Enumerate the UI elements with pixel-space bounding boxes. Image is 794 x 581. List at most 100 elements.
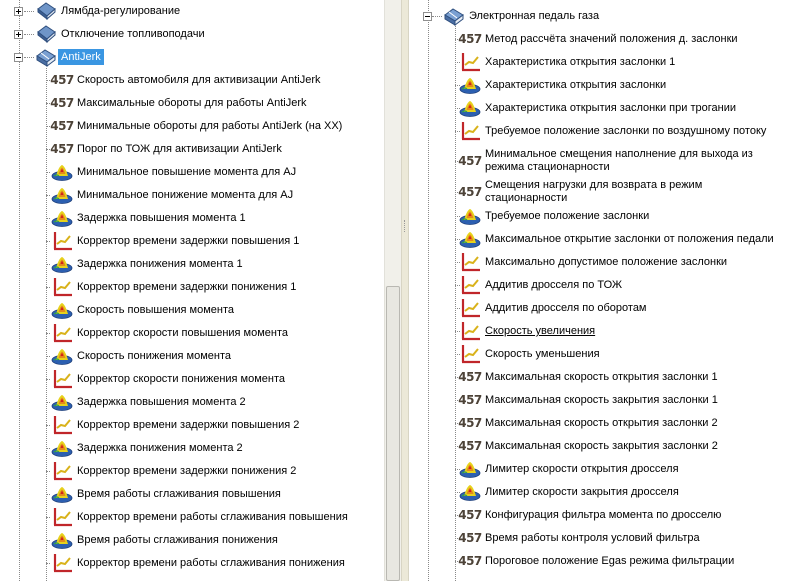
tree-item-label: AntiJerk: [58, 49, 104, 65]
scrollbar-thumb[interactable]: [386, 286, 400, 581]
3d-map-icon: [50, 392, 74, 412]
tree-item-left-19[interactable]: Время работы сглаживания повышения: [50, 484, 284, 504]
curve-chart-icon: [458, 344, 482, 364]
tree-item-left-13[interactable]: Скорость понижения момента: [50, 346, 234, 366]
tree-item-right-13[interactable]: Скорость увеличения: [458, 321, 598, 341]
tree-item-left-12[interactable]: Корректор скорости повышения момента: [50, 323, 291, 343]
tree-item-label-line2: стационарности: [485, 192, 568, 204]
tree-item-right-19[interactable]: Лимитер скорости открытия дросселя: [458, 459, 682, 479]
tree-item-right-21[interactable]: 457 Конфигурация фильтра момента по дросс…: [458, 505, 724, 525]
tree-item-label: Порог по ТОЖ для активизации AntiJerk: [77, 143, 282, 155]
tree-item-label-wrap: Минимальное смещения наполнение для выхо…: [482, 148, 756, 174]
book-open-icon: [442, 6, 466, 26]
tree-item-right-8[interactable]: Требуемое положение заслонки: [458, 206, 652, 226]
tree-item-right-7[interactable]: 457 Смещения нагрузки для возврата в режи…: [458, 176, 705, 208]
tree-item-right-11[interactable]: Аддитив дросселя по ТОЖ: [458, 275, 625, 295]
constant-457-icon: 457: [458, 528, 482, 548]
icon-457-text: 457: [458, 531, 482, 545]
tree-item-label: Скорость уменьшения: [485, 348, 600, 360]
tree-item-right-3[interactable]: Характеристика открытия заслонки: [458, 75, 669, 95]
tree-item-label: Скорость увеличения: [485, 325, 596, 337]
tree-item-label: Корректор времени задержки повышения 2: [77, 419, 300, 431]
expand-node-icon[interactable]: [14, 30, 23, 39]
left-vertical-scrollbar[interactable]: [384, 0, 401, 581]
tree-item-label: Задержка повышения момента 2: [77, 396, 246, 408]
tree-item-label: Пороговое положение Egas режима фильтрац…: [485, 555, 735, 567]
curve-chart-icon: [458, 52, 482, 72]
tree-item-right-14[interactable]: Скорость уменьшения: [458, 344, 603, 364]
tree-item-right-group[interactable]: Электронная педаль газа: [442, 6, 602, 26]
curve-chart-icon: [50, 415, 74, 435]
tree-item-right-10[interactable]: Максимально допустимое положение заслонк…: [458, 252, 730, 272]
tree-item-left-3[interactable]: 457 Минимальные обороты для работы AntiJe…: [50, 116, 345, 136]
tree-item-left-5[interactable]: Минимальное повышение момента для AJ: [50, 162, 299, 182]
tree-item-left-11[interactable]: Скорость повышения момента: [50, 300, 237, 320]
tree-item-left-16[interactable]: Корректор времени задержки повышения 2: [50, 415, 302, 435]
right-tree-pane[interactable]: Электронная педаль газа 457 Метод рассчёта…: [410, 0, 794, 581]
tree-item-label-line2: режима стационарности: [485, 161, 610, 173]
tree-item-label: Отключение топливоподачи: [61, 28, 205, 40]
tree-item-group-2[interactable]: Отключение топливоподачи: [34, 24, 208, 44]
tree-item-right-18[interactable]: 457 Максимальная скорость закрытия заслон…: [458, 436, 721, 456]
tree-item-label: Характеристика открытия заслонки при тро…: [485, 102, 736, 114]
tree-item-right-15[interactable]: 457 Максимальная скорость открытия заслон…: [458, 367, 721, 387]
constant-457-icon: 457: [50, 116, 74, 136]
pane-splitter[interactable]: [401, 0, 409, 581]
icon-457-text: 457: [458, 393, 482, 407]
curve-chart-icon: [50, 461, 74, 481]
tree-item-left-8[interactable]: Корректор времени задержки повышения 1: [50, 231, 302, 251]
tree-item-right-22[interactable]: 457 Время работы контроля условий фильтра: [458, 528, 703, 548]
tree-item-label: Скорость повышения момента: [77, 304, 235, 316]
collapse-node-icon[interactable]: [423, 12, 432, 21]
tree-item-right-2[interactable]: Характеристика открытия заслонки 1: [458, 52, 678, 72]
icon-457-text: 457: [458, 185, 482, 199]
tree-item-right-20[interactable]: Лимитер скорости закрытия дросселя: [458, 482, 682, 502]
constant-457-icon: 457: [50, 70, 74, 90]
icon-457-text: 457: [50, 119, 74, 133]
tree-item-left-21[interactable]: Время работы сглаживания понижения: [50, 530, 281, 550]
collapse-node-icon[interactable]: [14, 53, 23, 62]
book-icon: [34, 24, 58, 44]
tree-item-group-1[interactable]: Лямбда-регулирование: [34, 1, 183, 21]
tree-item-right-4[interactable]: Характеристика открытия заслонки при тро…: [458, 98, 739, 118]
book-icon: [34, 1, 58, 21]
constant-457-icon: 457: [458, 151, 482, 171]
tree-guide-line: [24, 11, 34, 12]
tree-item-left-6[interactable]: Минимальное понижение момента для AJ: [50, 185, 296, 205]
tree-item-left-17[interactable]: Задержка понижения момента 2: [50, 438, 246, 458]
tree-item-label: Максимальные обороты для работы AntiJerk: [77, 97, 307, 109]
tree-item-left-22[interactable]: Корректор времени работы сглаживания пон…: [50, 553, 348, 573]
tree-item-right-1[interactable]: 457 Метод рассчёта значений положения д. …: [458, 29, 741, 49]
tree-item-right-17[interactable]: 457 Максимальная скорость открытия заслон…: [458, 413, 721, 433]
tree-item-group-3[interactable]: AntiJerk: [34, 47, 104, 67]
tree-item-label: Время работы контроля условий фильтра: [485, 532, 700, 544]
tree-item-right-6[interactable]: 457 Минимальное смещения наполнение для в…: [458, 145, 756, 177]
tree-item-right-5[interactable]: Требуемое положение заслонки по воздушно…: [458, 121, 769, 141]
tree-item-label: Смещения нагрузки для возврата в режим: [485, 179, 703, 191]
tree-item-right-12[interactable]: Аддитив дросселя по оборотам: [458, 298, 650, 318]
tree-item-left-15[interactable]: Задержка повышения момента 2: [50, 392, 249, 412]
tree-item-right-23[interactable]: 457 Пороговое положение Egas режима фильт…: [458, 551, 737, 571]
tree-item-left-10[interactable]: Корректор времени задержки понижения 1: [50, 277, 299, 297]
tree-item-right-16[interactable]: 457 Максимальная скорость закрытия заслон…: [458, 390, 721, 410]
expand-node-icon[interactable]: [14, 7, 23, 16]
tree-item-left-2[interactable]: 457 Максимальные обороты для работы AntiJ…: [50, 93, 310, 113]
tree-item-left-18[interactable]: Корректор времени задержки понижения 2: [50, 461, 299, 481]
tree-item-left-7[interactable]: Задержка повышения момента 1: [50, 208, 249, 228]
tree-item-label: Корректор скорости понижения момента: [77, 373, 286, 385]
left-tree-pane[interactable]: Лямбда-регулирование Отключение топливопо…: [0, 0, 384, 581]
curve-chart-icon: [458, 275, 482, 295]
icon-457-text: 457: [458, 416, 482, 430]
curve-chart-icon: [50, 507, 74, 527]
constant-457-icon: 457: [50, 93, 74, 113]
tree-item-left-4[interactable]: 457 Порог по ТОЖ для активизации AntiJerk: [50, 139, 285, 159]
tree-item-left-14[interactable]: Корректор скорости понижения момента: [50, 369, 288, 389]
tree-item-label: Задержка понижения момента 2: [77, 442, 243, 454]
tree-item-right-9[interactable]: Максимальное открытие заслонки от положе…: [458, 229, 777, 249]
tree-item-left-20[interactable]: Корректор времени работы сглаживания пов…: [50, 507, 351, 527]
curve-chart-icon: [50, 369, 74, 389]
tree-item-left-9[interactable]: Задержка понижения момента 1: [50, 254, 246, 274]
splitter-grip[interactable]: [404, 220, 407, 232]
3d-map-icon: [50, 300, 74, 320]
tree-item-left-1[interactable]: 457 Скорость автомобиля для активизации A…: [50, 70, 323, 90]
